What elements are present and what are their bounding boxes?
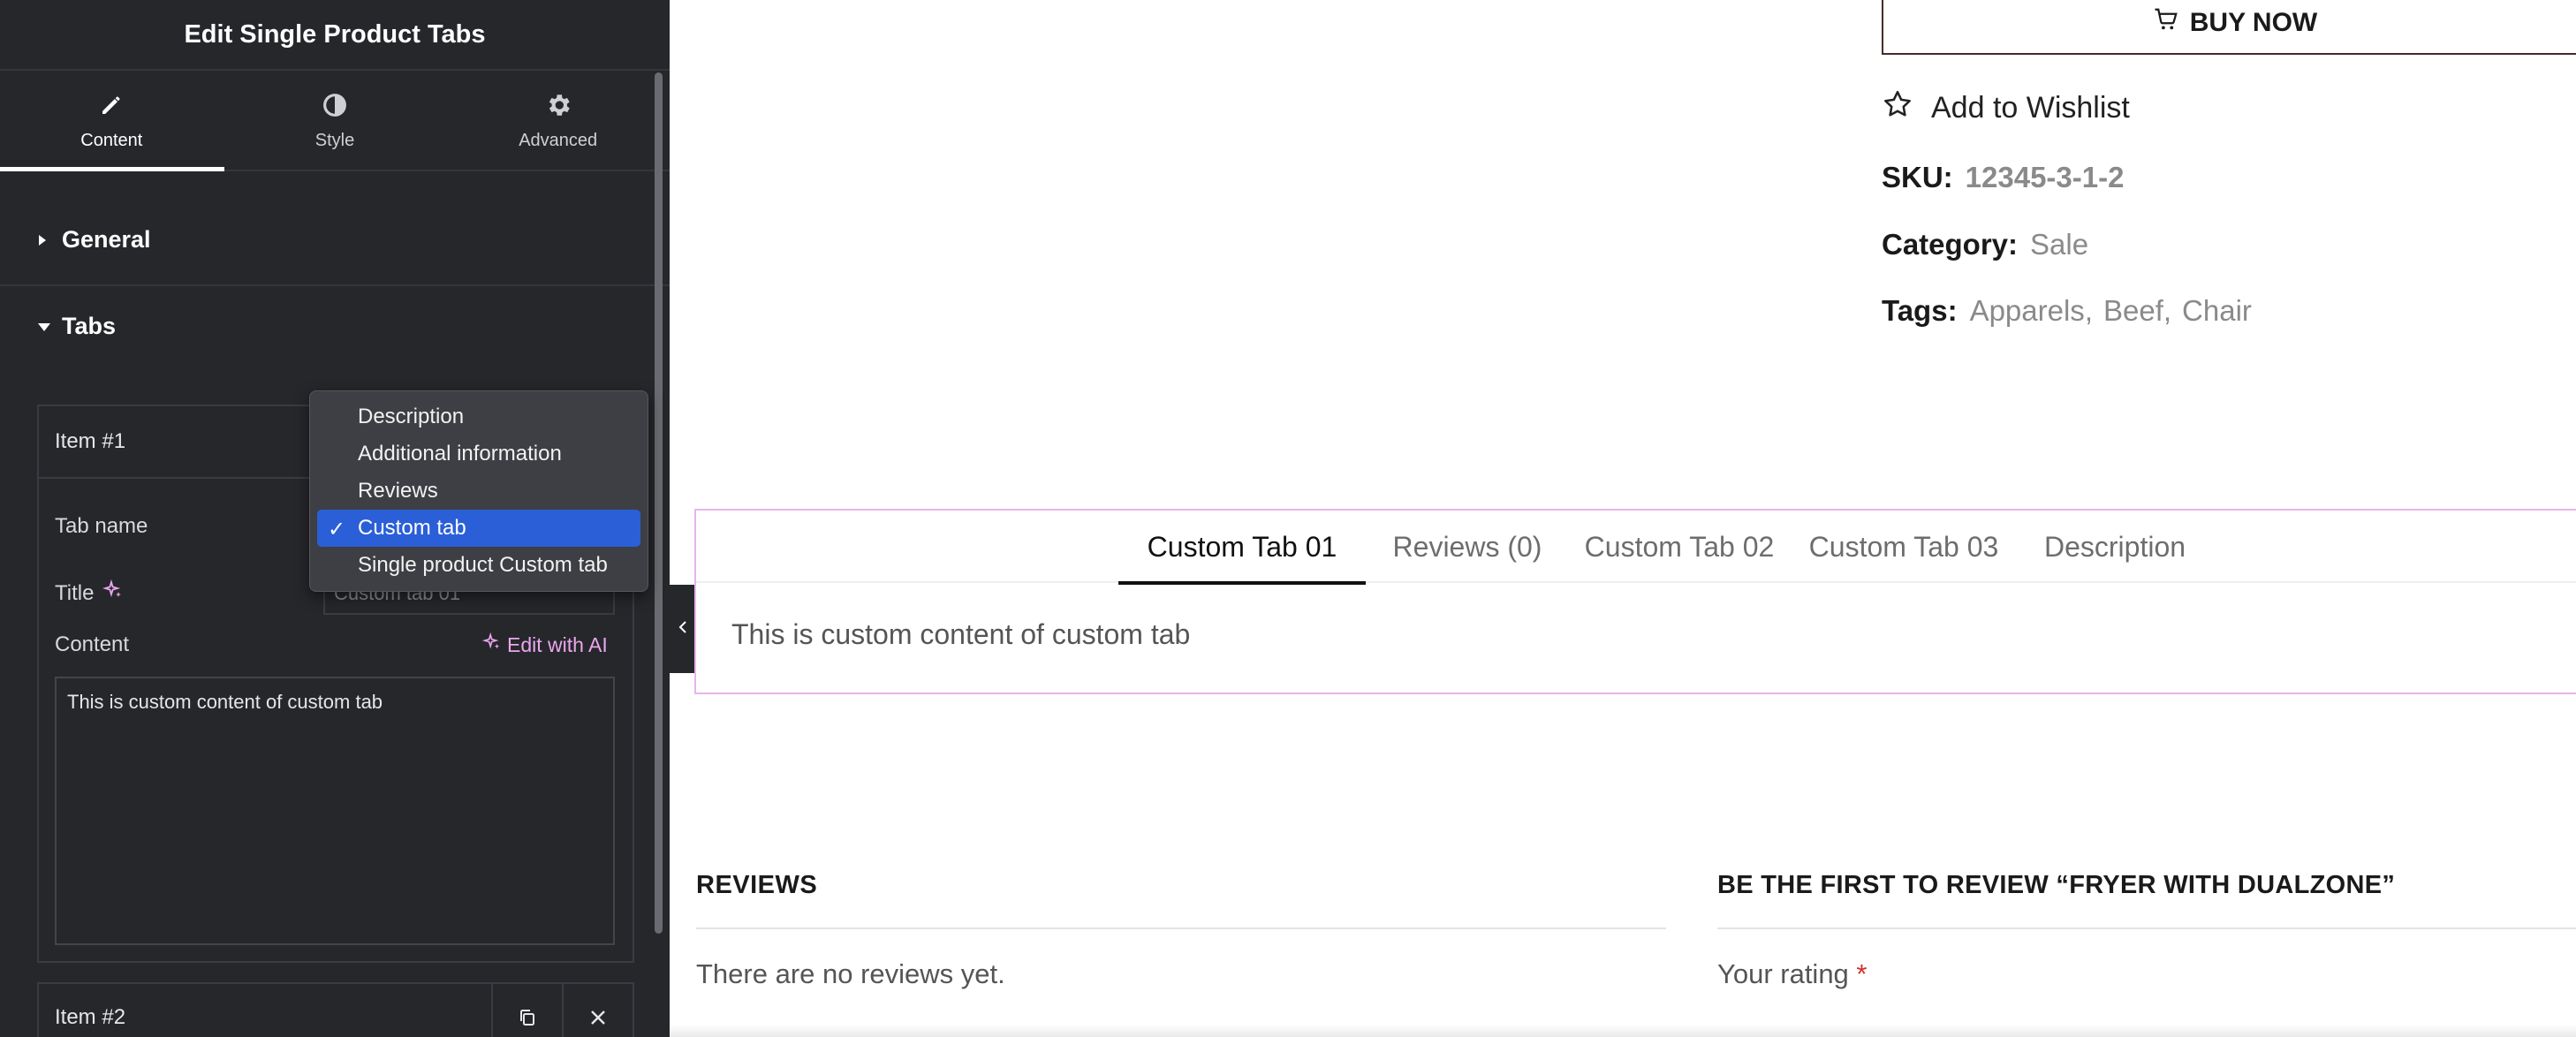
- edit-with-ai-button[interactable]: Edit with AI: [481, 632, 608, 657]
- panel-title: Edit Single Product Tabs: [0, 0, 670, 71]
- tag-separator: ,: [2084, 294, 2093, 327]
- collapse-panel-button[interactable]: [670, 585, 696, 673]
- scrollbar-thumb[interactable]: [655, 72, 663, 934]
- remove-button[interactable]: [562, 982, 633, 1037]
- option-label: Custom tab: [358, 516, 466, 540]
- buy-now-button[interactable]: BUY NOW: [1882, 0, 2576, 55]
- add-to-wishlist-link[interactable]: Add to Wishlist: [1882, 88, 2130, 128]
- checkmark-icon: ✓: [328, 518, 346, 541]
- sku-label: SKU:: [1882, 161, 1953, 193]
- tab-name-label: Tab name: [55, 514, 148, 538]
- divider: [696, 927, 1666, 929]
- caret-down-icon: [37, 322, 62, 332]
- ai-sparkle-icon[interactable]: [102, 579, 124, 607]
- required-mark: *: [1856, 958, 1868, 989]
- content-textarea[interactable]: This is custom content of custom tab: [55, 677, 615, 945]
- tab-style-label: Style: [314, 130, 355, 150]
- panel-tabs: Content Style Advanced: [0, 71, 670, 171]
- tag-separator: ,: [2163, 294, 2172, 327]
- category-link[interactable]: Sale: [2030, 228, 2088, 261]
- close-icon: [591, 1011, 605, 1025]
- editor-panel: Edit Single Product Tabs Content Style A…: [0, 0, 670, 1037]
- option-reviews[interactable]: Reviews: [317, 473, 640, 510]
- tab-content-label: Content: [80, 130, 143, 150]
- tab-advanced-label: Advanced: [519, 130, 598, 150]
- title-field-label: Title: [55, 579, 124, 607]
- edit-with-ai-label: Edit with AI: [507, 632, 608, 656]
- duplicate-button[interactable]: [491, 982, 562, 1037]
- tag-link[interactable]: Chair: [2182, 294, 2252, 328]
- rating-label-text: Your rating: [1717, 958, 1849, 989]
- title-label-text: Title: [55, 580, 95, 605]
- tab-style[interactable]: Style: [224, 71, 447, 170]
- cart-icon: [2153, 6, 2179, 40]
- product-tab-custom-tab-02[interactable]: Custom Tab 02: [1578, 511, 1781, 583]
- product-tab-custom-tab-03[interactable]: Custom Tab 03: [1802, 511, 2005, 583]
- bottom-edge: [670, 1025, 2576, 1037]
- option-single-product-custom-tab[interactable]: Single product Custom tab: [317, 547, 640, 584]
- product-tab-content: This is custom content of custom tab: [731, 618, 1191, 650]
- product-sku: SKU: 12345-3-1-2: [1882, 161, 2124, 194]
- gear-icon: [543, 90, 573, 120]
- option-label: Reviews: [358, 479, 438, 503]
- option-label: Single product Custom tab: [358, 553, 608, 577]
- your-rating-label: Your rating *: [1717, 958, 1868, 990]
- product-tab-reviews[interactable]: Reviews (0): [1383, 511, 1551, 583]
- product-category: Category: Sale: [1882, 228, 2088, 261]
- ai-sparkle-icon: [481, 632, 502, 657]
- tags-label: Tags:: [1882, 294, 1958, 327]
- repeater-item-2[interactable]: Item #2: [37, 982, 634, 1037]
- product-tags: Tags: Apparels, Beef, Chair: [1882, 294, 2252, 328]
- tab-content[interactable]: Content: [0, 71, 224, 171]
- option-additional-information[interactable]: Additional information: [317, 435, 640, 473]
- pencil-icon: [96, 90, 126, 120]
- copy-icon: [520, 1010, 534, 1026]
- repeater-item-2-label: Item #2: [55, 1005, 126, 1029]
- star-icon: [1882, 88, 1913, 128]
- tab-advanced[interactable]: Advanced: [446, 71, 670, 170]
- product-tabs-nav: Custom Tab 01 Reviews (0) Custom Tab 02 …: [696, 511, 2576, 585]
- tab-type-dropdown: Description Additional information Revie…: [309, 390, 648, 592]
- tag-link[interactable]: Apparels: [1970, 294, 2085, 328]
- option-custom-tab[interactable]: ✓ Custom tab: [317, 510, 640, 547]
- product-tab-custom-tab-01[interactable]: Custom Tab 01: [1118, 511, 1366, 585]
- chevron-left-icon: [678, 619, 688, 640]
- product-tab-description[interactable]: Description: [2027, 511, 2203, 583]
- content-label: Content: [55, 632, 130, 656]
- wishlist-label: Add to Wishlist: [1931, 91, 2130, 125]
- category-label: Category:: [1882, 228, 2019, 261]
- divider: [0, 284, 670, 286]
- product-tabs-widget: Custom Tab 01 Reviews (0) Custom Tab 02 …: [694, 509, 2576, 694]
- caret-right-icon: [37, 234, 62, 246]
- reviews-heading: REVIEWS: [696, 871, 818, 899]
- repeater-item-1-label: Item #1: [55, 429, 126, 453]
- section-tabs[interactable]: Tabs: [37, 313, 116, 340]
- review-form-heading: BE THE FIRST TO REVIEW “FRYER WITH DUALZ…: [1717, 871, 2396, 899]
- no-reviews-text: There are no reviews yet.: [696, 958, 1005, 989]
- option-label: Description: [358, 405, 465, 428]
- section-general[interactable]: General: [37, 226, 151, 254]
- option-description[interactable]: Description: [317, 398, 640, 435]
- buy-now-label: BUY NOW: [2189, 8, 2318, 37]
- section-general-label: General: [62, 226, 151, 253]
- sku-value: 12345-3-1-2: [1965, 161, 2125, 193]
- option-label: Additional information: [358, 442, 562, 466]
- contrast-icon: [320, 90, 350, 120]
- section-tabs-label: Tabs: [62, 313, 117, 339]
- divider: [1717, 927, 2576, 929]
- tag-link[interactable]: Beef: [2103, 294, 2163, 328]
